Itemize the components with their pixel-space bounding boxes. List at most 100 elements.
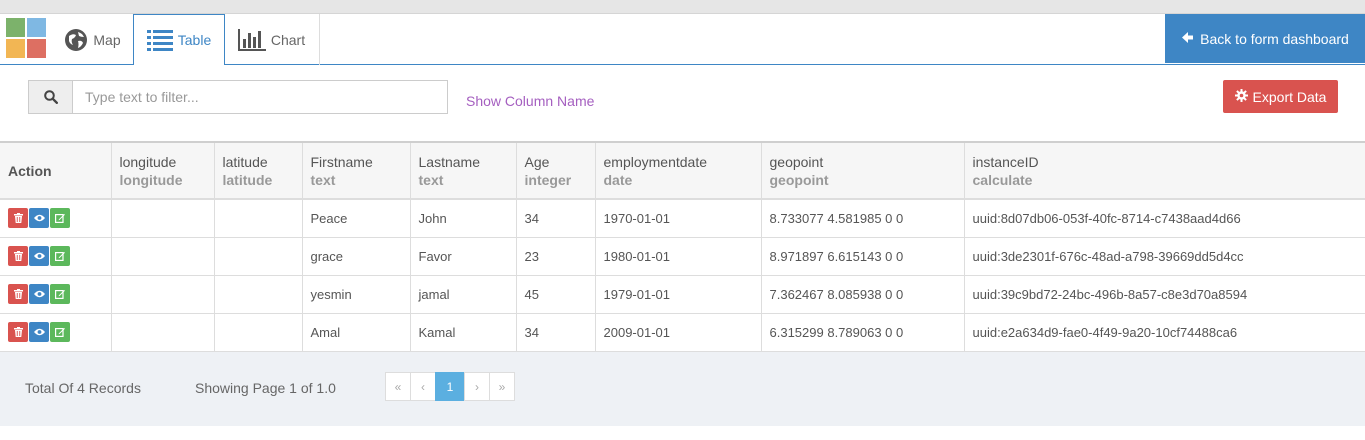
column-name: longitude [119, 153, 177, 170]
next-page-button[interactable]: › [464, 372, 490, 401]
column-header[interactable]: latitude latitude [214, 143, 303, 200]
eye-icon[interactable] [29, 208, 49, 229]
gear-icon [1234, 88, 1248, 105]
column-type: text [418, 171, 444, 188]
search-icon [28, 80, 73, 114]
table-cell: yesmin [302, 275, 411, 314]
delete-icon[interactable] [8, 322, 28, 342]
table-cell: John [410, 199, 517, 238]
table-cell: Amal [302, 313, 411, 352]
row-actions [0, 199, 112, 238]
table-cell [214, 275, 303, 314]
column-name: Lastname [418, 153, 480, 170]
export-data-button[interactable]: Export Data [1223, 80, 1338, 113]
pagination: « ‹ 1 › » [385, 372, 515, 401]
filter-input[interactable] [72, 80, 448, 114]
last-page-button[interactable]: » [489, 372, 515, 401]
column-type: integer [524, 171, 572, 188]
table-cell [111, 199, 215, 238]
column-type: longitude [119, 171, 183, 188]
table-cell: 1980-01-01 [595, 237, 762, 276]
bar-chart-icon [237, 28, 266, 51]
column-type: calculate [972, 171, 1033, 188]
column-name: geopoint [769, 153, 824, 170]
column-header[interactable]: geopoint geopoint [761, 143, 965, 200]
column-header[interactable]: Age integer [516, 143, 596, 200]
table-cell: 34 [516, 313, 596, 352]
table-row: Peace John 34 1970-01-01 8.733077 4.581985 0… [0, 199, 1365, 238]
back-button-label: Back to form dashboard [1200, 30, 1349, 47]
browser-top-strip [0, 0, 1365, 14]
table-header-row: Action longitude longitude latitude latitu… [0, 143, 1365, 200]
table-cell: Kamal [410, 313, 517, 352]
table-cell [111, 275, 215, 314]
edit-icon[interactable] [50, 208, 70, 229]
column-name: Age [524, 153, 550, 170]
table-cell [214, 199, 303, 238]
table-cell: Favor [410, 237, 517, 276]
tab-label: Chart [270, 31, 306, 48]
table-cell [111, 237, 215, 276]
column-name: instanceID [972, 153, 1039, 170]
page-1-button[interactable]: 1 [435, 372, 465, 401]
page-info-text: Showing Page 1 of 1.0 [195, 380, 336, 396]
column-header[interactable]: instanceID calculate [964, 143, 1365, 200]
tab-label: Table [177, 32, 212, 48]
table-cell: 8.971897 6.615143 0 0 [761, 237, 965, 276]
table-cell: uuid:e2a634d9-fae0-4f49-9a20-10cf74488ca… [964, 313, 1365, 352]
column-header[interactable]: employmentdate date [595, 143, 762, 200]
table-cell: 34 [516, 199, 596, 238]
data-table: Action longitude longitude latitude latitu… [0, 143, 1365, 352]
table-cell: uuid:39c9bd72-24bc-496b-8a57-c8e3d70a859… [964, 275, 1365, 314]
delete-icon[interactable] [8, 284, 28, 304]
prev-page-button[interactable]: ‹ [410, 372, 436, 401]
edit-icon[interactable] [50, 246, 70, 266]
column-type: date [603, 171, 633, 188]
delete-icon[interactable] [8, 246, 28, 266]
table-cell: Peace [302, 199, 411, 238]
table-row: yesmin jamal 45 1979-01-01 7.362467 8.085938… [0, 275, 1365, 314]
back-to-dashboard-button[interactable]: Back to form dashboard [1165, 14, 1365, 63]
column-header[interactable]: longitude longitude [111, 143, 215, 200]
edit-icon[interactable] [50, 322, 70, 342]
total-records-text: Total Of 4 Records [25, 380, 141, 396]
eye-icon[interactable] [29, 322, 49, 342]
table-cell: 1970-01-01 [595, 199, 762, 238]
table-toolbar: Show Column Name Export Data [0, 65, 1365, 143]
column-type: text [310, 171, 336, 188]
tab-label: Map [93, 31, 121, 48]
export-label: Export Data [1252, 88, 1327, 105]
delete-icon[interactable] [8, 208, 28, 229]
column-name: latitude [222, 153, 268, 170]
table-row: grace Favor 23 1980-01-01 8.971897 6.615143 … [0, 237, 1365, 276]
table-cell: uuid:3de2301f-676c-48ad-a798-39669dd5d4c… [964, 237, 1365, 276]
app-logo-icon [6, 18, 46, 58]
table-cell: 2009-01-01 [595, 313, 762, 352]
eye-icon[interactable] [29, 284, 49, 304]
show-column-name-link[interactable]: Show Column Name [466, 93, 594, 109]
globe-icon [64, 28, 88, 52]
table-cell [214, 237, 303, 276]
tab-table[interactable]: Table [133, 14, 225, 66]
table-cell: 23 [516, 237, 596, 276]
column-type: latitude [222, 171, 273, 188]
table-cell: 1979-01-01 [595, 275, 762, 314]
row-actions [0, 275, 112, 314]
table-cell [214, 313, 303, 352]
tab-chart[interactable]: Chart [224, 14, 320, 65]
column-header[interactable]: Firstname text [302, 143, 411, 200]
top-navbar: Map Table Chart Back to form dashboard [0, 14, 1365, 66]
row-actions [0, 313, 112, 352]
tab-map[interactable]: Map [52, 14, 134, 65]
edit-icon[interactable] [50, 284, 70, 304]
column-header[interactable]: Lastname text [410, 143, 517, 200]
table-row: Amal Kamal 34 2009-01-01 6.315299 8.789063 0… [0, 313, 1365, 352]
table-cell: 45 [516, 275, 596, 314]
eye-icon[interactable] [29, 246, 49, 266]
table-footer: Total Of 4 Records Showing Page 1 of 1.0… [0, 352, 1365, 426]
row-actions [0, 237, 112, 276]
first-page-button[interactable]: « [385, 372, 411, 401]
arrow-left-icon [1181, 31, 1194, 47]
table-cell: 6.315299 8.789063 0 0 [761, 313, 965, 352]
column-header-action: Action [0, 143, 112, 200]
